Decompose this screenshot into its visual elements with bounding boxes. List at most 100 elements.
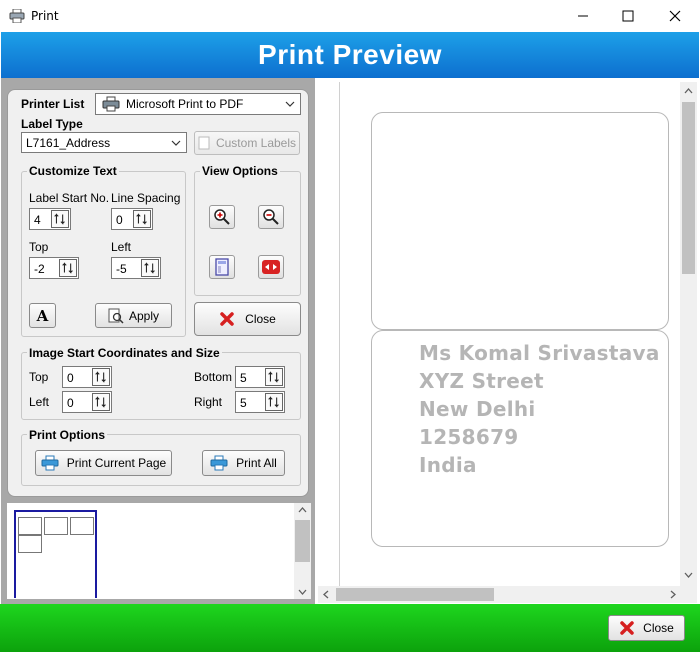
top-value: -2 — [34, 262, 45, 276]
printer-select[interactable]: Microsoft Print to PDF — [95, 93, 301, 115]
image-top-label: Top — [29, 370, 49, 384]
fit-width-button[interactable] — [258, 255, 284, 279]
image-left-value: 0 — [67, 396, 74, 410]
fit-page-button[interactable] — [209, 255, 235, 279]
printer-app-icon — [9, 9, 25, 23]
minimize-icon — [578, 15, 588, 17]
address-line: XYZ Street — [419, 369, 544, 393]
image-left-stepper[interactable]: 0 — [62, 391, 112, 413]
scroll-down-icon[interactable] — [684, 572, 693, 578]
scroll-right-icon[interactable] — [670, 590, 676, 599]
font-icon: A — [36, 306, 49, 325]
top-label: Top — [29, 240, 49, 254]
scroll-thumb[interactable] — [682, 102, 695, 274]
title-bar: Print — [0, 0, 700, 32]
close-icon — [669, 10, 681, 22]
scroll-up-icon[interactable] — [684, 88, 693, 94]
left-label: Left — [111, 240, 132, 254]
minimize-button[interactable] — [560, 0, 606, 32]
maximize-icon — [622, 10, 634, 22]
scroll-left-icon[interactable] — [323, 590, 329, 599]
print-all-label: Print All — [236, 456, 277, 470]
apply-label: Apply — [128, 308, 160, 323]
font-button[interactable]: A — [29, 303, 56, 328]
close-view-label: Close — [245, 312, 276, 326]
print-options-title: Print Options — [27, 428, 107, 442]
image-coords-title: Image Start Coordinates and Size — [27, 346, 222, 360]
top-stepper[interactable]: -2 — [29, 257, 79, 279]
label-start-no-label: Label Start No. — [29, 191, 110, 205]
zoom-in-button[interactable] — [209, 205, 235, 229]
left-stepper[interactable]: -5 — [111, 257, 161, 279]
preview-horizontal-scrollbar[interactable] — [318, 586, 697, 603]
image-right-value: 5 — [240, 396, 247, 410]
image-top-value: 0 — [67, 371, 74, 385]
window-title: Print — [31, 9, 59, 23]
chevron-down-icon — [285, 101, 295, 107]
label-type-selected: L7161_Address — [26, 135, 111, 150]
printer-selected: Microsoft Print to PDF — [126, 97, 244, 111]
thumbnail-label-cell — [44, 517, 68, 535]
printer-list-label: Printer List — [21, 97, 85, 111]
document-icon — [198, 136, 210, 150]
footer-close-label: Close — [643, 621, 674, 635]
printer-icon — [210, 455, 228, 471]
up-down-arrows-icon[interactable] — [265, 393, 283, 411]
footer-close-button[interactable]: Close — [608, 615, 685, 641]
scroll-thumb[interactable] — [336, 588, 494, 601]
image-bottom-stepper[interactable]: 5 — [235, 366, 285, 388]
close-x-icon — [620, 621, 634, 635]
print-all-button[interactable]: Print All — [202, 450, 285, 476]
close-view-button[interactable]: Close — [194, 302, 301, 336]
label-start-no-value: 4 — [34, 213, 41, 227]
custom-labels-label: Custom Labels — [215, 136, 297, 150]
page-thumbnail[interactable] — [14, 510, 97, 598]
up-down-arrows-icon[interactable] — [265, 368, 283, 386]
image-top-stepper[interactable]: 0 — [62, 366, 112, 388]
image-right-label: Right — [194, 395, 223, 409]
zoom-out-button[interactable] — [258, 205, 284, 229]
image-bottom-value: 5 — [240, 371, 247, 385]
up-down-arrows-icon[interactable] — [59, 259, 77, 277]
printer-icon — [41, 455, 59, 471]
address-line: 1258679 — [419, 425, 519, 449]
left-value: -5 — [116, 262, 127, 276]
up-down-arrows-icon[interactable] — [141, 259, 159, 277]
print-current-page-label: Print Current Page — [66, 456, 167, 470]
image-right-stepper[interactable]: 5 — [235, 391, 285, 413]
scroll-down-icon[interactable] — [298, 589, 307, 595]
line-spacing-label: Line Spacing — [111, 191, 181, 205]
address-line: India — [419, 453, 477, 477]
preview-page-icon — [108, 308, 124, 324]
line-spacing-stepper[interactable]: 0 — [111, 208, 153, 230]
banner: Print Preview — [1, 32, 699, 78]
thumbnail-scrollbar[interactable] — [294, 503, 311, 599]
thumbnail-label-cell — [18, 517, 42, 535]
label-type-select[interactable]: L7161_Address — [21, 132, 187, 153]
label-type-label: Label Type — [21, 117, 83, 131]
print-current-page-button[interactable]: Print Current Page — [35, 450, 172, 476]
up-down-arrows-icon[interactable] — [51, 210, 69, 228]
image-left-label: Left — [29, 395, 50, 409]
up-down-arrows-icon[interactable] — [133, 210, 151, 228]
view-options-title: View Options — [200, 164, 280, 178]
address-line: New Delhi — [419, 397, 536, 421]
printer-icon — [102, 96, 120, 112]
maximize-button[interactable] — [605, 0, 651, 32]
up-down-arrows-icon[interactable] — [92, 368, 110, 386]
close-window-button[interactable] — [652, 0, 698, 32]
up-down-arrows-icon[interactable] — [92, 393, 110, 411]
close-x-icon — [220, 312, 234, 326]
thumbnail-label-cell — [70, 517, 94, 535]
image-bottom-label: Bottom — [194, 370, 233, 384]
scroll-thumb[interactable] — [295, 520, 310, 562]
preview-vertical-scrollbar[interactable] — [680, 82, 697, 586]
scroll-up-icon[interactable] — [298, 507, 307, 513]
label-start-no-stepper[interactable]: 4 — [29, 208, 71, 230]
banner-title: Print Preview — [258, 39, 442, 70]
zoom-in-icon — [214, 209, 230, 225]
fit-page-icon — [215, 258, 229, 276]
customize-text-title: Customize Text — [27, 164, 119, 178]
custom-labels-button[interactable]: Custom Labels — [194, 131, 300, 155]
apply-button[interactable]: Apply — [95, 303, 172, 328]
